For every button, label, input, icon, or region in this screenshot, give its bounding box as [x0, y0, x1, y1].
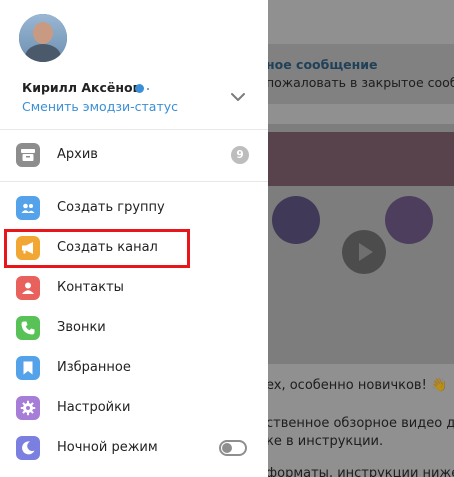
emoji-status-dot-icon: [147, 88, 149, 90]
moon-icon: [16, 436, 40, 460]
menu-item-archive[interactable]: Архив 9: [0, 135, 268, 175]
highlight-annotation: [4, 229, 190, 268]
divider: [0, 129, 268, 130]
menu-item-night-mode[interactable]: Ночной режим: [0, 428, 268, 468]
chevron-down-icon[interactable]: [231, 92, 245, 102]
emoji-status-icon[interactable]: [135, 84, 144, 93]
menu-item-label: Избранное: [57, 360, 131, 375]
night-mode-toggle[interactable]: [219, 440, 247, 456]
menu-item-contacts[interactable]: Контакты: [0, 268, 268, 308]
bookmark-icon: [16, 356, 40, 380]
menu-item-label: Архив: [57, 147, 98, 162]
change-emoji-status-link[interactable]: Сменить эмодзи-статус: [22, 99, 178, 114]
toggle-knob: [222, 443, 232, 453]
user-name: Кирилл Аксёнов: [22, 80, 141, 95]
menu-item-label: Контакты: [57, 280, 124, 295]
menu-item-label: Звонки: [57, 320, 106, 335]
menu-item-label: Создать группу: [57, 200, 165, 215]
menu-item-calls[interactable]: Звонки: [0, 308, 268, 348]
archive-icon: [16, 143, 40, 167]
divider: [0, 181, 268, 182]
avatar[interactable]: [19, 14, 67, 62]
menu-item-settings[interactable]: Настройки: [0, 388, 268, 428]
menu-item-saved[interactable]: Избранное: [0, 348, 268, 388]
gear-icon: [16, 396, 40, 420]
menu-item-label: Настройки: [57, 400, 131, 415]
unread-count-badge: 9: [231, 146, 249, 164]
contact-icon: [16, 276, 40, 300]
phone-icon: [16, 316, 40, 340]
menu-item-create-group[interactable]: Создать группу: [0, 188, 268, 228]
group-icon: [16, 196, 40, 220]
menu-item-label: Ночной режим: [57, 440, 158, 455]
side-menu-drawer: Кирилл Аксёнов Сменить эмодзи-статус Арх…: [0, 0, 268, 477]
